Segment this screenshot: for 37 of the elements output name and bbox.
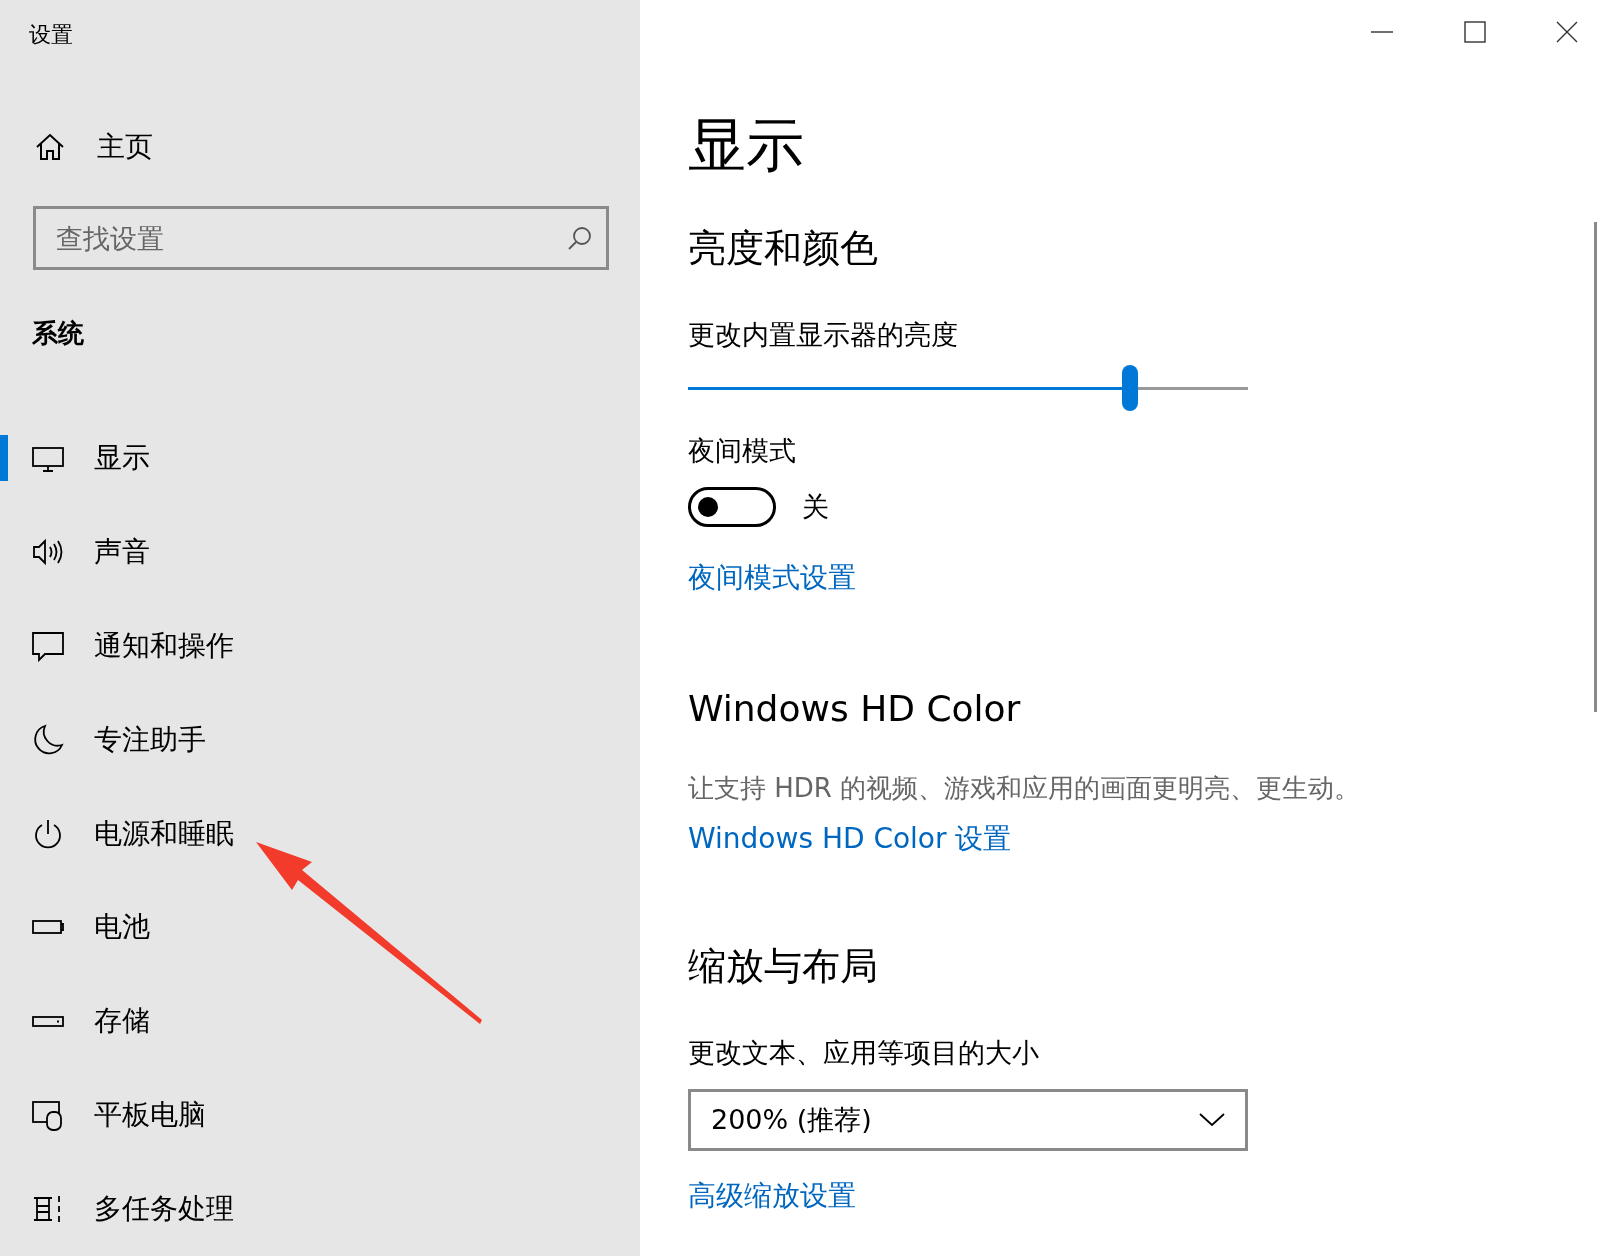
section-heading: 系统 (32, 317, 84, 350)
section-heading: 缩放与布局 (688, 943, 878, 990)
nav-item[interactable]: 专注助手 (0, 692, 640, 787)
search-field[interactable]: 查找设置 (33, 206, 609, 270)
brightness-slider[interactable] (688, 365, 1248, 412)
maximize-icon[interactable] (1464, 21, 1486, 43)
hd-color-settings-link[interactable]: Windows HD Color 设置 (688, 821, 1012, 855)
toggle-state: 关 (802, 490, 829, 525)
nav-item[interactable]: 平板电脑 (0, 1068, 640, 1163)
battery-icon (31, 920, 65, 935)
nav-item[interactable]: 电源和睡眠 (0, 786, 640, 881)
section-heading: Windows HD Color (688, 687, 1021, 731)
tablet-icon (31, 1098, 65, 1133)
nav-item[interactable]: 声音 (0, 504, 640, 599)
scrollbar[interactable] (1594, 222, 1597, 712)
toggle-label: 夜间模式 (688, 434, 796, 469)
description-text: 让支持 HDR 的视频、游戏和应用的画面更明亮、更生动。 (688, 771, 1361, 805)
page-title: 显示 (688, 114, 804, 178)
section-heading: 亮度和颜色 (688, 225, 878, 272)
moon-icon (31, 722, 65, 757)
advanced-scaling-link[interactable]: 高级缩放设置 (688, 1179, 856, 1213)
chevron-down-icon (1199, 1113, 1225, 1128)
scale-dropdown[interactable]: 200% (推荐) (688, 1089, 1248, 1152)
search-icon (567, 225, 593, 251)
night-mode-settings-link[interactable]: 夜间模式设置 (688, 561, 856, 595)
nav-item[interactable]: 通知和操作 (0, 598, 640, 693)
nav-item[interactable]: 电池 (0, 880, 640, 975)
window-title: 设置 (29, 21, 73, 49)
night-mode-toggle[interactable] (688, 487, 776, 528)
nav-item[interactable]: 存储 (0, 974, 640, 1069)
home-icon (34, 131, 66, 163)
close-icon[interactable] (1556, 21, 1578, 43)
nav-item[interactable]: 多任务处理 (0, 1162, 640, 1256)
slider-label: 更改内置显示器的亮度 (688, 318, 958, 353)
drive-icon (31, 1015, 65, 1027)
dropdown-label: 更改文本、应用等项目的大小 (688, 1036, 1039, 1071)
home-link[interactable]: 主页 (34, 128, 153, 166)
